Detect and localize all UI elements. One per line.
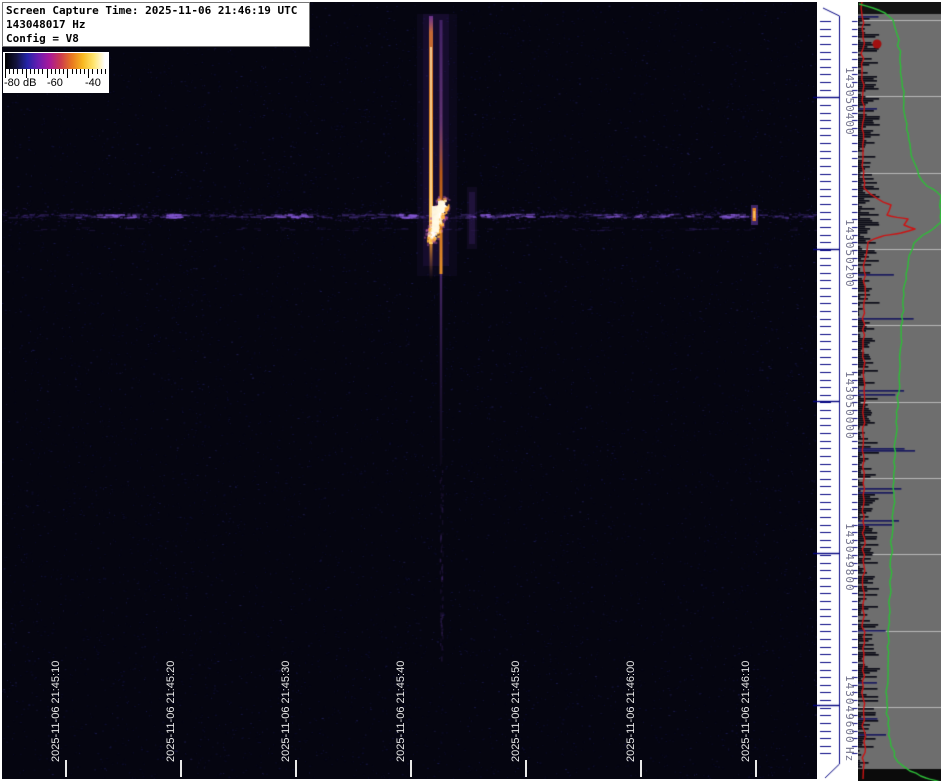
spectrum-panel-canvas <box>858 2 941 781</box>
frequency-unit-label: Hz <box>843 747 856 762</box>
scale-tick <box>38 69 39 74</box>
scale-tick <box>59 69 60 74</box>
color-scale-labels: -80 dB -60 -40 <box>3 77 109 91</box>
time-label: 2025-11-06 21:46:10 <box>740 661 753 762</box>
frequency-label: 143050000 <box>843 371 856 440</box>
scale-tick <box>84 69 85 74</box>
color-scale-legend: -80 dB -60 -40 <box>3 52 109 93</box>
scale-tick <box>34 69 35 74</box>
time-label: 2025-11-06 21:45:50 <box>510 661 523 762</box>
time-label: 2025-11-06 21:45:30 <box>280 661 293 762</box>
scale-label-80db: -80 dB <box>4 77 36 89</box>
scale-tick <box>9 69 10 74</box>
frequency-label: 143050200 <box>843 219 856 288</box>
time-tick <box>410 760 412 777</box>
time-label: 2025-11-06 21:45:10 <box>50 661 63 762</box>
frequency-text: 143048017 Hz <box>6 18 306 32</box>
scale-tick <box>42 69 43 74</box>
scale-tick <box>30 69 31 74</box>
time-tick <box>180 760 182 777</box>
scale-label-40db: -40 <box>85 77 101 89</box>
spectrogram-app-window: Screen Capture Time: 2025-11-06 21:46:19… <box>0 0 941 783</box>
color-gradient-bar <box>5 53 105 69</box>
scale-tick <box>72 69 73 74</box>
time-label: 2025-11-06 21:46:00 <box>625 661 638 762</box>
scale-tick <box>97 69 98 74</box>
scale-label-60db: -60 <box>47 77 63 89</box>
frequency-label: 143050400 <box>843 67 856 136</box>
time-tick <box>65 760 67 777</box>
frequency-label: 143049800 <box>843 523 856 592</box>
scale-tick <box>76 69 77 74</box>
scale-tick <box>51 69 52 74</box>
time-tick <box>755 760 757 777</box>
capture-time-text: Screen Capture Time: 2025-11-06 21:46:19… <box>6 4 306 18</box>
scale-tick <box>105 69 106 74</box>
scale-tick <box>92 69 93 74</box>
config-text: Config = V8 <box>6 32 306 46</box>
scale-tick <box>80 69 81 74</box>
scale-tick <box>22 69 23 74</box>
time-tick <box>640 760 642 777</box>
scale-tick <box>55 69 56 74</box>
scale-tick <box>63 69 64 74</box>
frequency-label: 143049600 <box>843 675 856 744</box>
time-tick <box>525 760 527 777</box>
scale-tick <box>17 69 18 74</box>
spectrogram-canvas <box>2 2 817 779</box>
scale-tick <box>101 69 102 74</box>
time-tick <box>295 760 297 777</box>
time-label: 2025-11-06 21:45:40 <box>395 661 408 762</box>
capture-info-box: Screen Capture Time: 2025-11-06 21:46:19… <box>2 2 310 47</box>
time-label: 2025-11-06 21:45:20 <box>165 661 178 762</box>
scale-tick <box>13 69 14 74</box>
